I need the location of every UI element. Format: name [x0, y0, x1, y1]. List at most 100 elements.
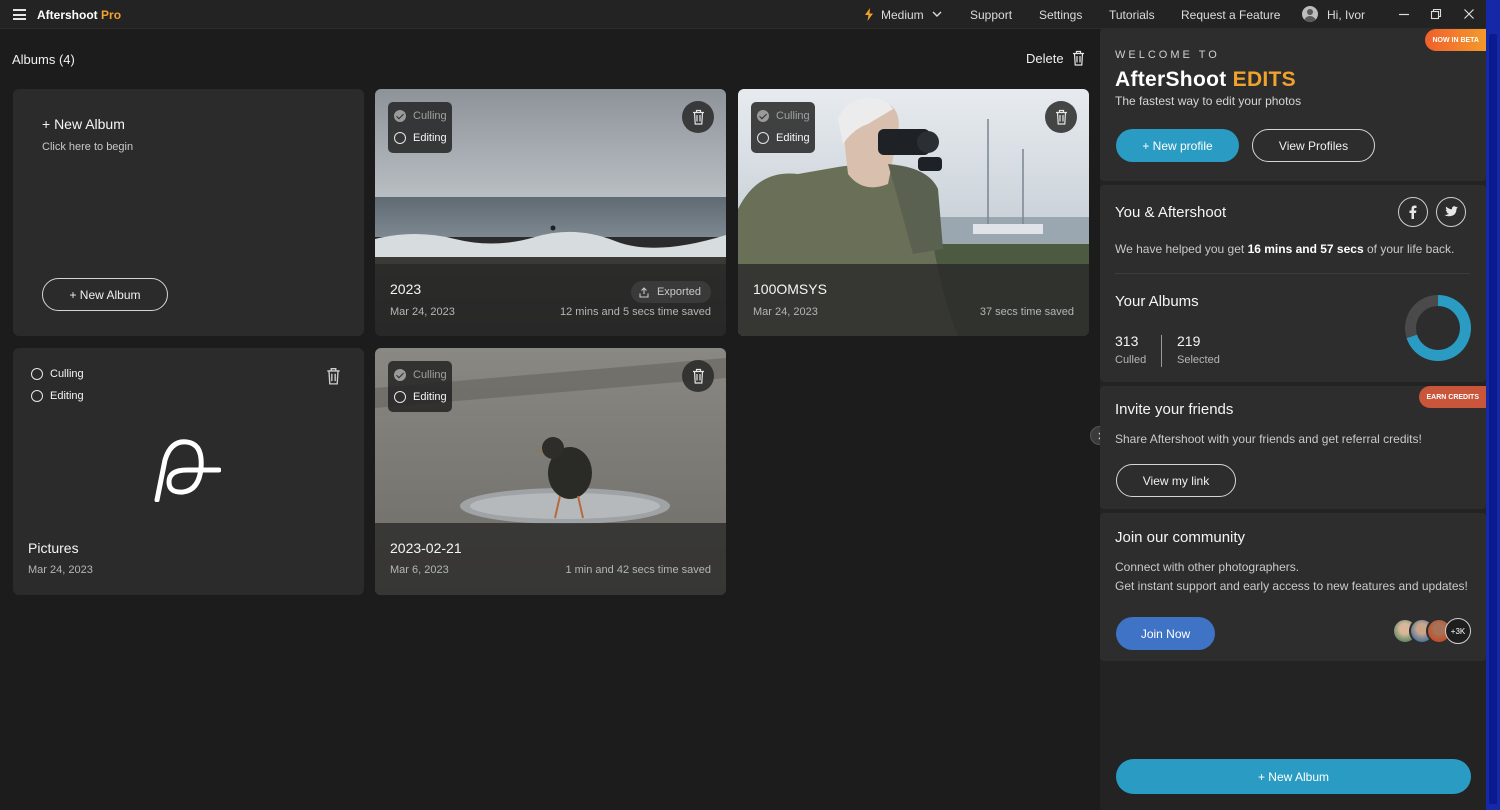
time-saved-value: 16 mins and 57 secs — [1247, 242, 1364, 256]
album-card-2023[interactable]: Culling Editing Exported 2023 Mar 24, 20… — [375, 89, 726, 336]
welcome-text: WELCOME TO — [1115, 49, 1220, 61]
edits-promo-panel: NOW IN BETA WELCOME TO AfterShoot EDITS … — [1100, 29, 1486, 181]
invite-title: Invite your friends — [1115, 401, 1234, 418]
community-panel: Join our community Connect with other ph… — [1100, 513, 1486, 661]
albums-title: Albums (4) — [12, 52, 75, 67]
album-card-100omsys[interactable]: Culling Editing 100OMSYS Mar 24, 2023 37… — [738, 89, 1089, 336]
stats-panel: You & Aftershoot We have helped you get … — [1100, 185, 1486, 382]
editing-toggle[interactable]: Editing — [757, 132, 810, 144]
beta-badge: NOW IN BETA — [1425, 29, 1486, 51]
new-profile-button[interactable]: + New profile — [1116, 129, 1239, 162]
mode-toggle-box: Culling Editing — [751, 102, 815, 153]
culling-toggle[interactable]: Culling — [394, 110, 447, 122]
time-saved-prefix: We have helped you get — [1115, 242, 1245, 256]
scrollbar[interactable] — [1486, 0, 1500, 810]
selected-count: 219 — [1177, 333, 1201, 349]
earn-credits-badge: EARN CREDITS — [1419, 386, 1486, 408]
new-album-card-button[interactable]: + New Album — [42, 278, 168, 311]
sidebar: NOW IN BETA WELCOME TO AfterShoot EDITS … — [1100, 29, 1486, 810]
menu-icon[interactable] — [13, 9, 26, 20]
editing-label: Editing — [776, 132, 810, 144]
album-info-overlay — [738, 264, 1089, 336]
members-more-badge: +3K — [1445, 618, 1471, 644]
close-icon[interactable] — [1463, 7, 1475, 21]
album-title: 2023-02-21 — [390, 540, 462, 556]
trash-icon — [1072, 50, 1084, 66]
stat-separator — [1161, 335, 1162, 367]
editing-label: Editing — [413, 132, 447, 144]
check-icon — [757, 110, 769, 122]
edits-logo: AfterShoot EDITS — [1115, 68, 1296, 92]
editing-toggle[interactable]: Editing — [394, 132, 447, 144]
time-saved-text: We have helped you get 16 mins and 57 se… — [1115, 242, 1454, 256]
album-time-saved: 1 min and 42 secs time saved — [565, 564, 711, 576]
album-date: Mar 24, 2023 — [28, 564, 93, 576]
editing-toggle[interactable]: Editing — [394, 391, 447, 403]
new-album-button[interactable]: + New Album — [1116, 759, 1471, 794]
user-greeting[interactable]: Hi, Ivor — [1327, 8, 1365, 22]
mode-toggle-box: Culling Editing — [388, 361, 452, 412]
selected-label: Selected — [1177, 354, 1220, 366]
nav-support[interactable]: Support — [970, 8, 1012, 22]
check-icon — [394, 369, 406, 381]
exported-badge[interactable]: Exported — [630, 281, 711, 303]
app-edition: Pro — [101, 8, 122, 22]
editing-toggle[interactable]: Editing — [31, 390, 84, 402]
culling-label: Culling — [776, 110, 810, 122]
nav-tutorials[interactable]: Tutorials — [1109, 8, 1155, 22]
edits-logo-main: AfterShoot — [1115, 68, 1227, 91]
new-album-card-subtitle: Click here to begin — [42, 141, 134, 153]
trash-icon — [692, 368, 704, 384]
community-line1: Connect with other photographers. — [1115, 560, 1300, 574]
album-card-pictures[interactable]: Culling Editing Pictures Mar 24, 2023 — [13, 348, 364, 595]
community-line2: Get instant support and early access to … — [1115, 579, 1468, 593]
export-icon — [639, 286, 649, 298]
view-profiles-button[interactable]: View Profiles — [1252, 129, 1375, 162]
editing-label: Editing — [50, 390, 84, 402]
facebook-button[interactable] — [1398, 197, 1428, 227]
restore-icon[interactable] — [1430, 7, 1442, 21]
nav-settings[interactable]: Settings — [1039, 8, 1082, 22]
twitter-button[interactable] — [1436, 197, 1466, 227]
radio-icon — [31, 368, 43, 380]
delete-album-button[interactable] — [682, 101, 714, 133]
twitter-icon — [1444, 206, 1458, 217]
invite-text: Share Aftershoot with your friends and g… — [1115, 432, 1422, 446]
nav-request-feature[interactable]: Request a Feature — [1181, 8, 1280, 22]
chevron-down-icon[interactable] — [932, 9, 942, 19]
trash-icon[interactable] — [326, 367, 341, 385]
culling-toggle[interactable]: Culling — [31, 368, 84, 380]
you-title: You & Aftershoot — [1115, 204, 1227, 221]
editing-label: Editing — [413, 391, 447, 403]
radio-icon — [394, 132, 406, 144]
check-icon — [394, 110, 406, 122]
performance-select[interactable]: Medium — [881, 8, 924, 22]
album-title: Pictures — [28, 540, 79, 556]
app-brand: Aftershoot Pro — [37, 8, 121, 22]
minimize-icon[interactable] — [1398, 7, 1410, 21]
culling-label: Culling — [50, 368, 84, 380]
time-saved-suffix: of your life back. — [1366, 242, 1455, 256]
delete-button[interactable]: Delete — [1026, 50, 1085, 66]
trash-icon — [1055, 109, 1067, 125]
new-album-card-title[interactable]: + New Album — [42, 116, 125, 132]
album-card-2023-02-21[interactable]: Culling Editing 2023-02-21 Mar 6, 2023 1… — [375, 348, 726, 595]
new-album-card[interactable]: + New Album Click here to begin + New Al… — [13, 89, 364, 336]
delete-album-button[interactable] — [1045, 101, 1077, 133]
user-icon[interactable] — [1302, 6, 1318, 22]
culling-toggle[interactable]: Culling — [757, 110, 810, 122]
culling-toggle[interactable]: Culling — [394, 369, 447, 381]
view-my-link-button[interactable]: View my link — [1116, 464, 1236, 497]
scrollbar-thumb[interactable] — [1489, 34, 1497, 804]
album-title: 100OMSYS — [753, 281, 827, 297]
album-time-saved: 12 mins and 5 secs time saved — [559, 306, 711, 318]
album-title: 2023 — [390, 281, 422, 297]
join-now-button[interactable]: Join Now — [1116, 617, 1215, 650]
delete-album-button[interactable] — [682, 360, 714, 392]
trash-icon — [692, 109, 704, 125]
radio-icon — [757, 132, 769, 144]
edits-logo-accent: EDITS — [1232, 68, 1296, 91]
lightning-icon — [865, 8, 873, 21]
album-date: Mar 24, 2023 — [390, 306, 455, 318]
album-date: Mar 6, 2023 — [390, 564, 449, 576]
